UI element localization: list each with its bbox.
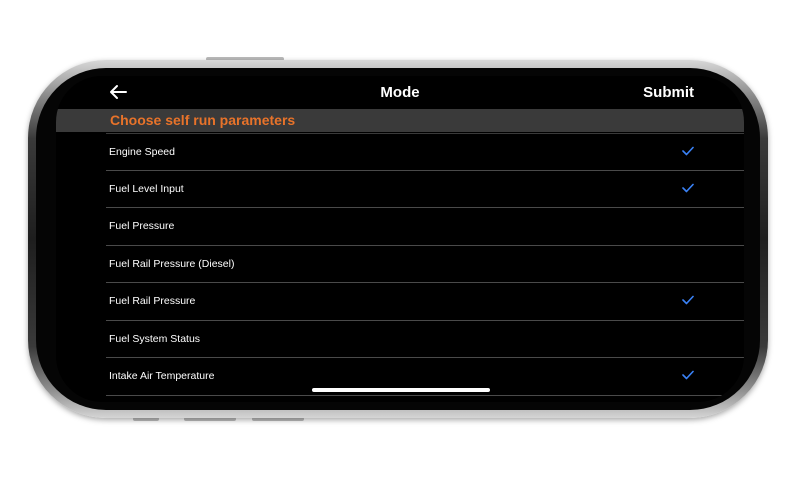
section-title: Choose self run parameters bbox=[110, 112, 296, 128]
checkmark-icon bbox=[682, 146, 694, 156]
parameter-label: Fuel Rail Pressure bbox=[109, 295, 196, 307]
checkmark-icon bbox=[682, 183, 694, 193]
checkmark-icon bbox=[682, 370, 694, 380]
list-item[interactable]: Engine Speed bbox=[106, 133, 744, 171]
parameter-label: Fuel System Status bbox=[109, 332, 201, 345]
navigation-bar: Mode Submit bbox=[56, 76, 744, 110]
app-screen: Mode Submit Choose self run parameters E… bbox=[56, 76, 744, 402]
parameter-label: Fuel Rail Pressure (Diesel) bbox=[109, 257, 235, 270]
home-indicator[interactable] bbox=[312, 388, 490, 392]
list-item[interactable]: Fuel Rail Pressure (Diesel) bbox=[106, 246, 744, 283]
list-item[interactable]: Fuel Pressure bbox=[106, 208, 744, 246]
page-title: Mode bbox=[380, 84, 420, 101]
parameter-label: Engine Speed bbox=[109, 146, 175, 158]
list-item[interactable]: Fuel Level Input bbox=[106, 171, 744, 208]
section-header: Choose self run parameters bbox=[56, 109, 744, 132]
list-item[interactable]: Fuel Rail Pressure bbox=[106, 283, 744, 321]
device-stage: Mode Submit Choose self run parameters E… bbox=[0, 0, 800, 481]
parameter-label: Intake Air Temperature bbox=[109, 370, 215, 382]
submit-button[interactable]: Submit bbox=[643, 84, 694, 101]
parameter-label: Fuel Pressure bbox=[109, 220, 175, 232]
list-item[interactable]: Fuel System Status bbox=[106, 321, 744, 358]
checkmark-icon bbox=[682, 295, 694, 305]
parameter-label: Fuel Level Input bbox=[109, 182, 184, 195]
parameter-list: Engine Speed Fuel Level Input Fuel Press… bbox=[56, 133, 744, 396]
